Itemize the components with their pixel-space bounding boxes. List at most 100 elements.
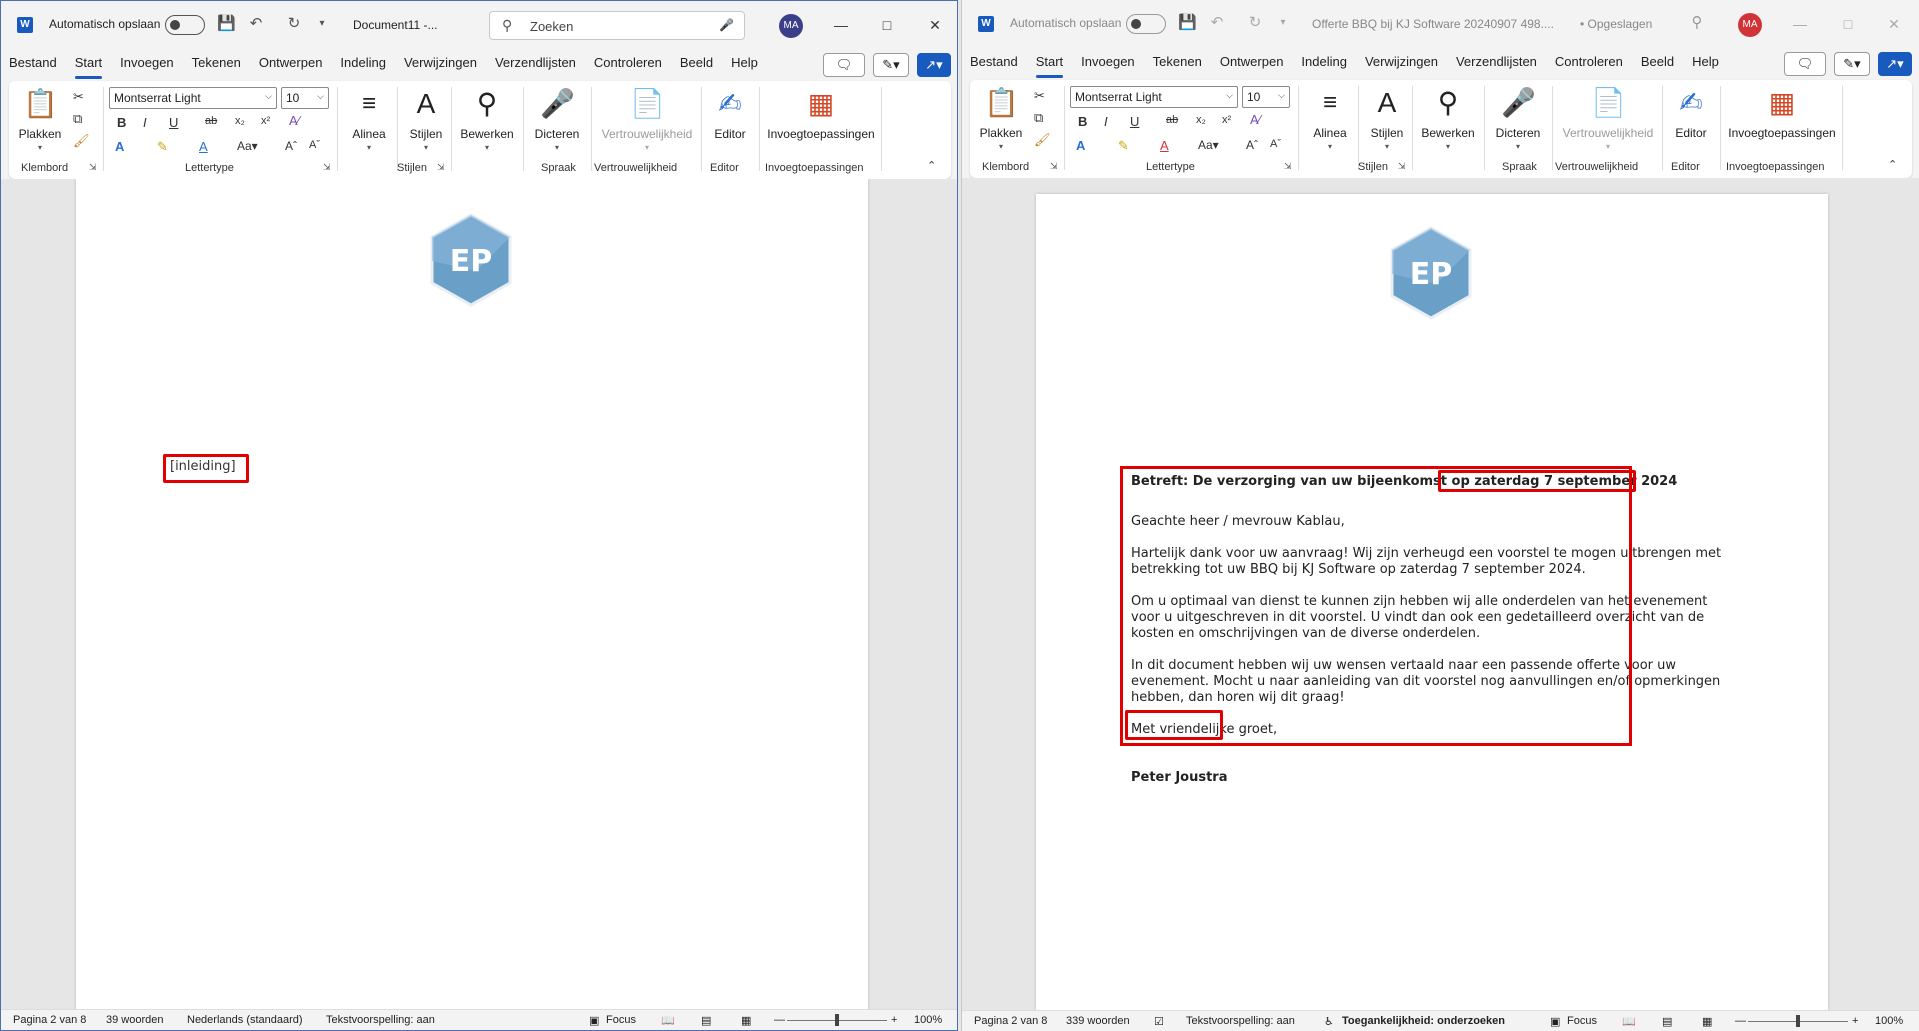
undo-icon[interactable]: ↶ — [247, 15, 265, 33]
tab-beeld[interactable]: Beeld — [680, 55, 713, 75]
format-painter-icon[interactable]: 🖌 — [73, 133, 90, 149]
search-box[interactable]: ⚲ Zoeken 🎤 — [489, 11, 745, 40]
customize-toolbar-icon[interactable]: ▾ — [313, 15, 331, 33]
tab-indeling[interactable]: Indeling — [1301, 54, 1347, 74]
share-button[interactable]: ↗▾ — [917, 53, 951, 77]
tab-controleren[interactable]: Controleren — [594, 55, 662, 75]
tab-help[interactable]: Help — [1692, 54, 1719, 74]
launcher-icon[interactable]: ⇲ — [323, 162, 331, 173]
accessibility-check[interactable]: Toegankelijkheid: onderzoeken — [1342, 1015, 1505, 1027]
editing-mode-button[interactable]: ✎▾ — [873, 53, 909, 77]
read-mode-icon[interactable]: 📖 — [661, 1014, 675, 1027]
zoom-level[interactable]: 100% — [1875, 1015, 1903, 1027]
user-avatar[interactable]: MA — [1738, 13, 1762, 37]
stijlen-button[interactable]: A Stijlen ▾ — [1364, 86, 1410, 151]
font-size-box[interactable]: 10 ⌵ — [281, 87, 329, 109]
language[interactable]: Nederlands (standaard) — [187, 1014, 303, 1026]
tab-start[interactable]: Start — [1035, 54, 1064, 78]
zoom-out-icon[interactable]: — — [774, 1014, 785, 1026]
tab-controleren[interactable]: Controleren — [1555, 54, 1623, 74]
user-avatar[interactable]: MA — [779, 14, 803, 38]
autosave-toggle[interactable] — [165, 15, 205, 35]
underline-icon[interactable]: U — [1130, 114, 1139, 129]
tab-verzendlijsten[interactable]: Verzendlijsten — [495, 55, 576, 75]
share-button[interactable]: ↗▾ — [1878, 52, 1912, 76]
search-icon[interactable]: ⚲ — [1688, 14, 1706, 32]
tab-tekenen[interactable]: Tekenen — [1153, 54, 1202, 74]
strikethrough-icon[interactable]: ab — [1166, 114, 1178, 126]
zoom-out-icon[interactable]: — — [1735, 1015, 1746, 1027]
grow-font-icon[interactable]: Aˆ — [1246, 138, 1258, 152]
save-status[interactable]: • Opgeslagen — [1580, 17, 1652, 31]
tab-tekenen[interactable]: Tekenen — [192, 55, 241, 75]
tab-invoegen[interactable]: Invoegen — [1081, 54, 1135, 74]
bold-icon[interactable]: B — [1078, 114, 1087, 129]
invoegtoepassingen-button[interactable]: ▦ Invoegtoepassingen — [765, 87, 877, 141]
print-layout-icon[interactable]: ▤ — [1662, 1015, 1672, 1028]
font-color-icon[interactable]: A — [1160, 138, 1169, 153]
launcher-icon[interactable]: ⇲ — [437, 162, 445, 173]
maximize-button[interactable]: □ — [877, 15, 897, 35]
zoom-slider-thumb[interactable] — [1796, 1015, 1800, 1027]
web-layout-icon[interactable]: ▦ — [741, 1014, 751, 1027]
redo-icon[interactable]: ↻ — [1246, 14, 1264, 32]
vertrouwelijkheid-button[interactable]: 📄 Vertrouwelijkheid ▾ — [597, 87, 697, 152]
tab-bestand[interactable]: Bestand — [970, 54, 1018, 74]
clear-formatting-icon[interactable]: A∕ — [289, 113, 300, 128]
tab-invoegen[interactable]: Invoegen — [120, 55, 174, 75]
tab-ontwerpen[interactable]: Ontwerpen — [1220, 54, 1284, 74]
save-icon[interactable]: 💾 — [217, 15, 236, 33]
print-layout-icon[interactable]: ▤ — [701, 1014, 711, 1027]
highlighter-icon[interactable]: ✎ — [157, 139, 168, 155]
maximize-button[interactable]: □ — [1838, 14, 1858, 34]
accessibility-icon[interactable]: ♿ — [1324, 1015, 1334, 1028]
launcher-icon[interactable]: ⇲ — [1284, 161, 1292, 172]
word-count[interactable]: 39 woorden — [106, 1014, 164, 1026]
underline-icon[interactable]: U — [169, 115, 178, 130]
customize-toolbar-icon[interactable]: ▾ — [1274, 14, 1292, 32]
save-icon[interactable]: 💾 — [1178, 14, 1197, 32]
format-painter-icon[interactable]: 🖌 — [1034, 132, 1051, 148]
superscript-icon[interactable]: x² — [1222, 114, 1231, 126]
microphone-icon[interactable]: 🎤 — [719, 18, 734, 32]
zoom-slider-thumb[interactable] — [835, 1014, 839, 1026]
zoom-level[interactable]: 100% — [914, 1014, 942, 1026]
paste-button[interactable]: 📋 Plakken ▾ — [17, 87, 63, 152]
web-layout-icon[interactable]: ▦ — [1702, 1015, 1712, 1028]
focus-button[interactable]: Focus — [606, 1014, 636, 1026]
comments-button[interactable]: 🗨 — [1784, 52, 1826, 76]
focus-icon[interactable]: ▣ — [1550, 1015, 1560, 1028]
close-button[interactable]: ✕ — [925, 15, 945, 35]
bewerken-button[interactable]: ⚲ Bewerken ▾ — [1420, 86, 1476, 151]
change-case-icon[interactable]: Aa▾ — [237, 139, 258, 153]
zoom-in-icon[interactable]: + — [1852, 1015, 1858, 1027]
minimize-button[interactable]: — — [831, 15, 851, 35]
tab-verwijzingen[interactable]: Verwijzingen — [404, 55, 477, 75]
tab-bestand[interactable]: Bestand — [9, 55, 57, 75]
paste-button[interactable]: 📋 Plakken ▾ — [978, 86, 1024, 151]
redo-icon[interactable]: ↻ — [285, 15, 303, 33]
focus-button[interactable]: Focus — [1567, 1015, 1597, 1027]
page-count[interactable]: Pagina 2 van 8 — [974, 1015, 1047, 1027]
editor-button[interactable]: ✍ Editor — [707, 87, 753, 141]
editor-button[interactable]: ✍ Editor — [1668, 86, 1714, 140]
focus-icon[interactable]: ▣ — [589, 1014, 599, 1027]
tab-start[interactable]: Start — [74, 55, 103, 79]
document-page[interactable]: EP [inleiding] — [76, 179, 868, 1011]
text-effects-icon[interactable]: A — [115, 139, 124, 154]
bold-icon[interactable]: B — [117, 115, 126, 130]
grow-font-icon[interactable]: Aˆ — [285, 139, 297, 153]
launcher-icon[interactable]: ⇲ — [1398, 161, 1406, 172]
vertrouwelijkheid-button[interactable]: 📄 Vertrouwelijkheid ▾ — [1558, 86, 1658, 151]
subscript-icon[interactable]: x₂ — [1196, 114, 1206, 126]
copy-icon[interactable]: ⧉ — [73, 111, 82, 127]
page-count[interactable]: Pagina 2 van 8 — [13, 1014, 86, 1026]
subscript-icon[interactable]: x₂ — [235, 115, 245, 127]
launcher-icon[interactable]: ⇲ — [89, 162, 97, 173]
tab-indeling[interactable]: Indeling — [340, 55, 386, 75]
dicteren-button[interactable]: 🎤 Dicteren ▾ — [529, 87, 585, 152]
launcher-icon[interactable]: ⇲ — [1050, 161, 1058, 172]
cut-icon[interactable]: ✂ — [73, 89, 84, 105]
font-color-icon[interactable]: A — [199, 139, 208, 154]
tab-verwijzingen[interactable]: Verwijzingen — [1365, 54, 1438, 74]
